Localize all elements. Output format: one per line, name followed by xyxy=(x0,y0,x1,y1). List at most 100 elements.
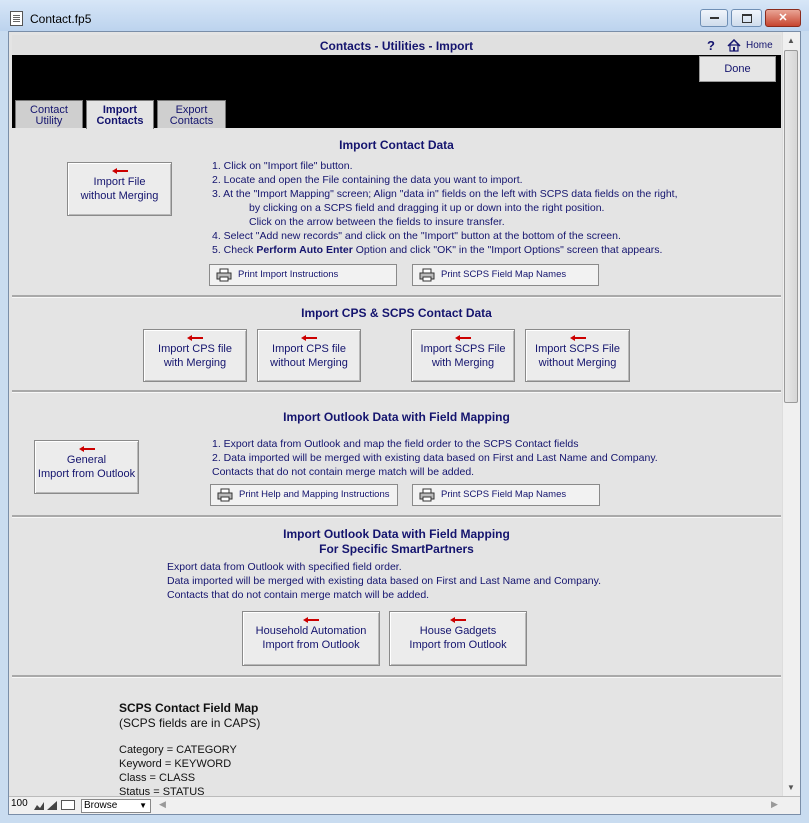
import-arrow-icon xyxy=(450,617,466,623)
done-button[interactable]: Done xyxy=(699,56,776,82)
smartpartners-line-3: Contacts that do not contain merge match… xyxy=(167,589,430,601)
window-title: Contact.fp5 xyxy=(30,12,92,26)
zoom-level[interactable]: 100 xyxy=(11,798,28,809)
close-button[interactable]: ✕ xyxy=(765,9,801,27)
outlook-instruction-3: Contacts that do not contain merge match… xyxy=(212,466,475,478)
close-icon: ✕ xyxy=(778,12,788,24)
zoom-in-icon[interactable] xyxy=(46,800,58,811)
button-label-line1: Import SCPS File xyxy=(535,343,620,355)
import-cps-with-merging-button[interactable]: Import CPS file with Merging xyxy=(143,329,247,382)
scroll-down-icon: ▼ xyxy=(787,783,795,792)
help-button[interactable]: ? xyxy=(702,38,720,54)
minimize-icon xyxy=(709,17,719,20)
scroll-up-button[interactable]: ▲ xyxy=(782,32,800,49)
import-arrow-icon xyxy=(187,335,203,341)
tab-label-line2: Contacts xyxy=(169,115,214,127)
import-file-without-merging-button[interactable]: Import File without Merging xyxy=(67,162,172,216)
home-label: Home xyxy=(746,40,773,51)
button-label-line2: without Merging xyxy=(270,357,348,369)
scroll-left-icon[interactable]: ◀ xyxy=(159,799,166,810)
house-gadgets-import-button[interactable]: House Gadgets Import from Outlook xyxy=(389,611,527,666)
chevron-down-icon: ▼ xyxy=(139,801,147,810)
printer-icon xyxy=(216,268,232,282)
button-label-line1: Household Automation xyxy=(255,625,367,637)
button-label-line1: Import File xyxy=(93,176,146,188)
button-label: Print SCPS Field Map Names xyxy=(441,489,567,500)
section-divider xyxy=(12,675,781,678)
button-label: Print SCPS Field Map Names xyxy=(441,269,567,280)
status-bar: 100 Browse ▼ ◀ ▶ xyxy=(9,796,800,814)
print-scps-field-map-button[interactable]: Print SCPS Field Map Names xyxy=(412,264,599,286)
import-arrow-icon xyxy=(569,335,586,341)
field-map-subtitle: (SCPS fields are in CAPS) xyxy=(119,716,261,730)
page-title: Contacts - Utilities - Import xyxy=(319,39,474,53)
import-arrow-icon xyxy=(303,617,319,623)
general-import-from-outlook-button[interactable]: General Import from Outlook xyxy=(34,440,139,494)
help-icon: ? xyxy=(707,38,715,53)
section-divider xyxy=(12,295,781,298)
button-label: Print Help and Mapping Instructions xyxy=(239,489,390,500)
import-arrow-icon xyxy=(111,168,128,174)
smartpartners-title-line2: For Specific SmartPartners xyxy=(319,542,474,556)
button-label-line2: Import from Outlook xyxy=(37,468,136,480)
button-label-line2: with Merging xyxy=(431,357,495,369)
button-label-line2: with Merging xyxy=(163,357,227,369)
tab-label-line2: Contacts xyxy=(96,115,144,127)
scroll-right-icon[interactable]: ▶ xyxy=(771,799,778,810)
import-cps-without-merging-button[interactable]: Import CPS file without Merging xyxy=(257,329,361,382)
print-help-mapping-button[interactable]: Print Help and Mapping Instructions xyxy=(210,484,398,506)
section-divider xyxy=(12,515,781,518)
import-cps-title: Import CPS & SCPS Contact Data xyxy=(301,306,492,320)
home-icon xyxy=(727,39,741,52)
instruction-step-1: 1. Click on "Import file" button. xyxy=(212,160,353,172)
zoom-out-icon[interactable] xyxy=(33,800,45,811)
outlook-instruction-2: 2. Data imported will be merged with exi… xyxy=(212,452,658,464)
home-button[interactable]: Home xyxy=(724,37,780,55)
section-divider xyxy=(12,390,781,393)
household-automation-import-button[interactable]: Household Automation Import from Outlook xyxy=(242,611,380,666)
step5-prefix: 5. Check xyxy=(212,244,257,256)
button-label-line2: without Merging xyxy=(538,357,617,369)
button-label-line2: without Merging xyxy=(80,190,159,202)
instruction-step-2: 2. Locate and open the File containing t… xyxy=(212,174,523,186)
button-label-line1: Import SCPS File xyxy=(420,343,506,355)
tab-label-line2: Utility xyxy=(35,115,63,127)
tab-import-contacts[interactable]: Import Contacts xyxy=(86,100,154,129)
status-area-toggle-icon[interactable] xyxy=(61,800,75,810)
mode-select[interactable]: Browse ▼ xyxy=(81,799,151,813)
minimize-button[interactable] xyxy=(700,9,728,27)
import-scps-with-merging-button[interactable]: Import SCPS File with Merging xyxy=(411,329,515,382)
scroll-up-icon: ▲ xyxy=(787,36,795,45)
instruction-step-3-cont2: Click on the arrow between the fields to… xyxy=(249,216,505,228)
instruction-step-5: 5. Check Perform Auto Enter Option and c… xyxy=(212,244,662,256)
maximize-button[interactable] xyxy=(731,9,762,27)
tab-export-contacts[interactable]: Export Contacts xyxy=(157,100,226,128)
step5-suffix: Option and click "OK" in the "Import Opt… xyxy=(352,244,663,256)
printer-icon xyxy=(419,488,435,502)
maximize-icon xyxy=(741,13,752,23)
smartpartners-line-1: Export data from Outlook with specified … xyxy=(167,561,402,573)
field-map-row: Keyword = KEYWORD xyxy=(119,758,232,770)
button-label-line1: General xyxy=(66,454,107,466)
print-scps-field-map-button[interactable]: Print SCPS Field Map Names xyxy=(412,484,600,506)
field-map-row: Class = CLASS xyxy=(119,772,196,784)
print-import-instructions-button[interactable]: Print Import Instructions xyxy=(209,264,397,286)
field-map-row: Category = CATEGORY xyxy=(119,744,237,756)
import-arrow-icon xyxy=(301,335,317,341)
mode-value: Browse xyxy=(84,800,118,811)
import-arrow-icon xyxy=(455,335,471,341)
smartpartners-line-2: Data imported will be merged with existi… xyxy=(167,575,602,587)
field-map-title: SCPS Contact Field Map xyxy=(119,701,259,715)
vertical-scroll-thumb[interactable] xyxy=(784,50,798,403)
scroll-down-button[interactable]: ▼ xyxy=(782,779,800,796)
page-header: Contacts - Utilities - Import ? Home xyxy=(12,35,781,56)
tab-contact-utility[interactable]: Contact Utility xyxy=(15,100,83,128)
step5-option: Perform Auto Enter xyxy=(256,244,353,256)
outlook-instruction-1: 1. Export data from Outlook and map the … xyxy=(212,438,579,450)
import-outlook-title: Import Outlook Data with Field Mapping xyxy=(283,410,510,424)
printer-icon xyxy=(419,268,435,282)
instruction-step-3: 3. At the "Import Mapping" screen; Align… xyxy=(212,188,678,200)
import-scps-without-merging-button[interactable]: Import SCPS File without Merging xyxy=(525,329,630,382)
button-label: Print Import Instructions xyxy=(238,269,339,280)
printer-icon xyxy=(217,488,233,502)
